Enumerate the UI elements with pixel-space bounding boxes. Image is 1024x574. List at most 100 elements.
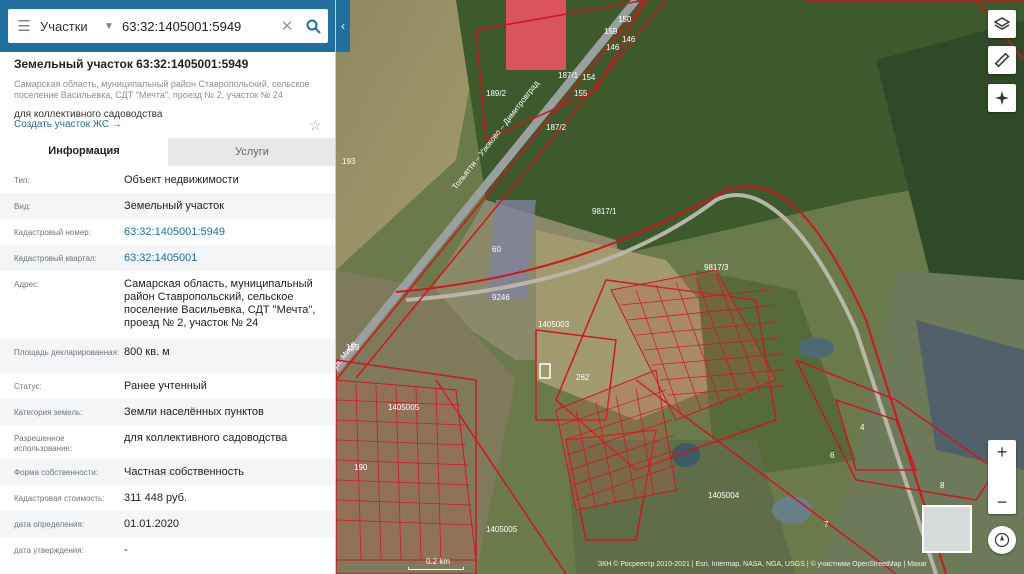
tab-services[interactable]: Услуги bbox=[168, 138, 335, 166]
detail-key: дата утверждения: bbox=[14, 546, 84, 555]
detail-row: Вид: Земельный участок bbox=[0, 193, 335, 219]
collapse-panel-button[interactable]: ‹ bbox=[336, 0, 350, 52]
parcel-label: 8 bbox=[940, 481, 945, 490]
zoom-control: + − bbox=[988, 440, 1016, 514]
detail-row: Адрес: Самарская область, муниципальный р… bbox=[0, 271, 335, 339]
detail-value: Земли населённых пунктов bbox=[124, 406, 264, 418]
parcel-label: 146 bbox=[622, 35, 636, 44]
compass-button[interactable] bbox=[988, 526, 1016, 554]
detail-key: Форма собственности: bbox=[14, 468, 99, 477]
search-button[interactable] bbox=[298, 19, 328, 34]
map-scale: 0.2 km bbox=[408, 557, 464, 570]
parcel-label: 155 bbox=[574, 89, 588, 98]
plot-address: Самарская область, муниципальный район С… bbox=[14, 79, 310, 100]
scale-label: 0.2 km bbox=[426, 557, 451, 566]
clear-icon[interactable]: ✕ bbox=[276, 17, 298, 35]
detail-key: Разрешенное использование: bbox=[14, 434, 73, 453]
detail-key: Статус: bbox=[14, 382, 42, 391]
detail-key: Кадастровый квартал: bbox=[14, 254, 97, 263]
create-plot-link[interactable]: Создать участок ЖС → bbox=[14, 119, 122, 130]
map-attribution: ЗКН © Росреестр 2010-2021 | Esri, Interm… bbox=[598, 561, 927, 568]
chevron-left-icon: ‹ bbox=[341, 19, 345, 33]
parcel-label: 7 bbox=[824, 520, 829, 529]
parcel-label: 187/2 bbox=[546, 123, 567, 132]
ruler-icon bbox=[994, 52, 1010, 68]
parcel-label: 1405003 bbox=[538, 320, 570, 329]
info-panel: ☰ Участки ▼ 63:32:1405001:5949 ✕ Земельн… bbox=[0, 0, 336, 574]
locate-button[interactable] bbox=[988, 84, 1016, 112]
tabs: Информация Услуги bbox=[0, 138, 335, 166]
parcel-label: 9246 bbox=[492, 293, 510, 302]
detail-key: дата определения: bbox=[14, 520, 85, 529]
parcel-label: 150 bbox=[618, 15, 632, 24]
detail-key: Площадь декларированная: bbox=[14, 348, 120, 357]
detail-value: Ранее учтенный bbox=[124, 380, 207, 392]
search-mode-select[interactable]: Участки bbox=[40, 19, 104, 34]
layers-button[interactable] bbox=[988, 10, 1016, 38]
search-icon bbox=[306, 19, 321, 34]
detail-value: Частная собственность bbox=[124, 466, 245, 478]
search-bar: ☰ Участки ▼ 63:32:1405001:5949 ✕ bbox=[0, 0, 335, 52]
minimap[interactable] bbox=[922, 505, 972, 553]
layers-icon bbox=[994, 17, 1010, 30]
detail-key: Категория земель: bbox=[14, 408, 83, 417]
detail-row: Площадь декларированная: 800 кв. м bbox=[0, 339, 335, 373]
zoom-out-button[interactable]: − bbox=[988, 490, 1016, 514]
plot-title: Земельный участок 63:32:1405001:5949 bbox=[14, 57, 249, 71]
detail-value: Самарская область, муниципальный район С… bbox=[124, 278, 316, 329]
detail-value-link[interactable]: 63:32:1405001 bbox=[124, 245, 324, 271]
measure-button[interactable] bbox=[988, 46, 1016, 74]
detail-key: Тип: bbox=[14, 176, 30, 185]
parcel-label: 262 bbox=[576, 373, 590, 382]
detail-row: дата определения: 01.01.2020 bbox=[0, 511, 335, 537]
detail-row: Разрешенное использование: для коллективн… bbox=[0, 425, 335, 459]
detail-key: Кадастровая стоимость: bbox=[14, 494, 105, 503]
tab-information[interactable]: Информация bbox=[0, 138, 168, 166]
detail-value: - bbox=[124, 544, 128, 556]
parcel-label: 159 bbox=[604, 27, 618, 36]
parcel-label: 190 bbox=[354, 463, 368, 472]
crosshair-icon bbox=[995, 91, 1009, 105]
parcel-label: 6 bbox=[830, 451, 835, 460]
star-icon[interactable]: ☆ bbox=[309, 117, 322, 134]
zoom-in-button[interactable]: + bbox=[988, 440, 1016, 464]
detail-row: Кадастровая стоимость: 311 448 руб. bbox=[0, 485, 335, 511]
detail-value: Земельный участок bbox=[124, 200, 225, 212]
detail-row: Форма собственности: Частная собственност… bbox=[0, 459, 335, 485]
details-table: Тип: Объект недвижимости Вид: Земельный уча… bbox=[0, 167, 335, 563]
parcel-label: 154 bbox=[582, 73, 596, 82]
parcel-label: 1405005 bbox=[486, 525, 518, 534]
menu-icon[interactable]: ☰ bbox=[8, 17, 40, 35]
scale-bar bbox=[408, 567, 464, 570]
detail-value: для коллективного садоводства bbox=[124, 432, 288, 444]
compass-icon bbox=[994, 532, 1010, 548]
chevron-down-icon[interactable]: ▼ bbox=[104, 21, 122, 32]
parcel-label: 9817/1 bbox=[592, 207, 617, 216]
parcel-label: 60 bbox=[492, 245, 501, 254]
detail-row: дата утверждения: - bbox=[0, 537, 335, 563]
detail-value: Объект недвижимости bbox=[124, 174, 239, 186]
parcel-label: 189/2 bbox=[486, 89, 507, 98]
detail-key: Вид: bbox=[14, 202, 31, 211]
parcel-label: 193 bbox=[342, 157, 356, 166]
parcel-label: 187/1 bbox=[558, 71, 579, 80]
detail-value-link[interactable]: 63:32:1405001:5949 bbox=[124, 219, 324, 245]
detail-row: Статус: Ранее учтенный bbox=[0, 373, 335, 399]
detail-row: Категория земель: Земли населённых пункто… bbox=[0, 399, 335, 425]
detail-key: Кадастровый номер: bbox=[14, 228, 91, 237]
map-canvas[interactable]: 189/2 193 9817/1 9817/3 60 9246 1405003 262 1405… bbox=[336, 0, 1024, 574]
parcel-label: 1405004 bbox=[708, 491, 740, 500]
search-box: ☰ Участки ▼ 63:32:1405001:5949 ✕ bbox=[8, 9, 328, 43]
detail-value: 01.01.2020 bbox=[124, 518, 180, 530]
search-input[interactable]: 63:32:1405001:5949 bbox=[122, 19, 276, 34]
satellite-map[interactable]: 189/2 193 9817/1 9817/3 60 9246 1405003 262 1405… bbox=[336, 0, 1024, 574]
parcel-label: 146 bbox=[606, 43, 620, 52]
detail-value: 311 448 руб. bbox=[124, 492, 187, 504]
parcel-label: 1405005 bbox=[388, 403, 420, 412]
detail-row: Кадастровый номер: 63:32:1405001:5949 bbox=[0, 219, 335, 245]
plot-header: Земельный участок 63:32:1405001:5949 Сам… bbox=[14, 57, 324, 120]
detail-key: Адрес: bbox=[14, 280, 40, 289]
detail-row: Кадастровый квартал: 63:32:1405001 bbox=[0, 245, 335, 271]
detail-row: Тип: Объект недвижимости bbox=[0, 167, 335, 193]
parcel-label: 4 bbox=[860, 423, 865, 432]
